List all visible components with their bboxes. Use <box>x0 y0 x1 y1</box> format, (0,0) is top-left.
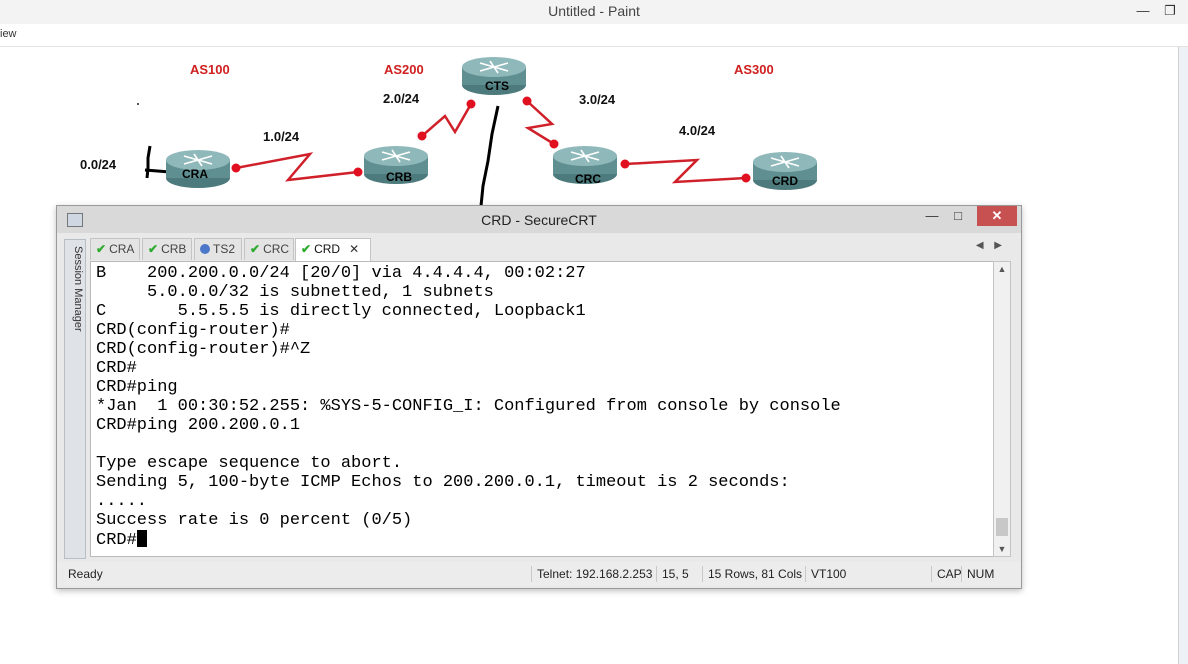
router-label-crb: CRB <box>386 170 412 184</box>
securecrt-window: CRD - SecureCRT — □ ✕ Session Manager ✔ C… <box>56 205 1022 589</box>
status-cursor-position: 15, 5 <box>656 566 694 582</box>
paint-titlebar: Untitled - Paint — ❐ <box>0 0 1188 24</box>
terminal-line: CRD(config-router)# <box>96 321 290 340</box>
paint-minimize-button[interactable]: — <box>1133 2 1153 20</box>
tab-close-icon[interactable]: ✕ <box>349 242 359 256</box>
tab-next-icon[interactable]: ▶ <box>994 240 1002 251</box>
securecrt-maximize-button[interactable]: □ <box>943 206 973 226</box>
securecrt-titlebar[interactable]: CRD - SecureCRT — □ ✕ <box>57 206 1021 233</box>
terminal-line: C 5.5.5.5 is directly connected, Loopbac… <box>96 302 586 321</box>
tab-crc[interactable]: ✔ CRC <box>244 238 294 260</box>
freehand-stroke <box>145 145 152 179</box>
terminal-line: Sending 5, 100-byte ICMP Echos to 200.20… <box>96 473 790 492</box>
terminal-prompt-line: CRD# <box>96 530 147 550</box>
router-label-cra: CRA <box>182 167 208 181</box>
as-label-as300: AS300 <box>734 62 774 77</box>
router-label-cts: CTS <box>485 79 509 93</box>
tab-ts2[interactable]: TS2 <box>194 238 242 260</box>
link-endpoint-dot <box>231 163 241 173</box>
terminal-cursor <box>136 530 147 547</box>
scroll-up-icon[interactable]: ▲ <box>994 264 1010 274</box>
freehand-stroke <box>479 105 500 207</box>
terminal-line: CRD#ping 200.200.0.1 <box>96 416 301 435</box>
status-terminal-size: 15 Rows, 81 Cols <box>702 566 807 582</box>
session-manager-panel[interactable]: Session Manager <box>64 239 86 559</box>
terminal-prompt: CRD# <box>96 531 137 550</box>
paint-menu-view[interactable]: iew <box>0 28 17 40</box>
link-endpoint-dot <box>466 99 476 109</box>
link-endpoint-dot <box>620 159 630 169</box>
terminal-line: Type escape sequence to abort. <box>96 454 403 473</box>
link-cts-crc <box>524 100 555 146</box>
net-label-0: 0.0/24 <box>80 157 117 172</box>
terminal-line: B 200.200.0.0/24 [20/0] via 4.4.4.4, 00:… <box>96 264 586 283</box>
tab-cra[interactable]: ✔ CRA <box>90 238 140 260</box>
tab-crd[interactable]: ✔ CRD ✕ <box>295 238 371 261</box>
status-ready: Ready <box>68 567 103 581</box>
as-label-as100: AS100 <box>190 62 230 77</box>
terminal-line: CRD(config-router)#^Z <box>96 340 311 359</box>
router-label-crd: CRD <box>772 174 798 188</box>
tab-label: CRD <box>314 242 341 256</box>
status-connection: Telnet: 192.168.2.253 <box>531 566 657 582</box>
status-emulation: VT100 <box>805 566 851 582</box>
link-endpoint-dot <box>741 173 751 183</box>
session-manager-label: Session Manager <box>72 246 84 332</box>
status-bar: Ready Telnet: 192.168.2.253 15, 5 15 Row… <box>57 562 1021 586</box>
check-icon: ✔ <box>250 242 261 256</box>
terminal-line: *Jan 1 00:30:52.255: %SYS-5-CONFIG_I: Co… <box>96 397 841 416</box>
net-label-1: 1.0/24 <box>263 129 300 144</box>
securecrt-close-button[interactable]: ✕ <box>977 206 1017 226</box>
net-label-2: 2.0/24 <box>383 91 420 106</box>
terminal-output[interactable]: B 200.200.0.0/24 [20/0] via 4.4.4.4, 00:… <box>90 261 994 557</box>
as-label-as200: AS200 <box>384 62 424 77</box>
check-icon: ✔ <box>96 242 107 256</box>
paint-window-title: Untitled - Paint <box>548 3 640 19</box>
link-endpoint-dot <box>417 131 427 141</box>
tab-label: CRC <box>263 242 290 256</box>
link-endpoint-dot <box>549 139 559 149</box>
link-endpoint-dot <box>353 167 363 177</box>
terminal-scrollbar[interactable]: ▲ ▼ <box>993 261 1011 557</box>
terminal-line: 5.0.0.0/32 is subnetted, 1 subnets <box>96 283 494 302</box>
link-cra-crb <box>235 152 359 182</box>
status-num-lock: NUM <box>961 566 999 582</box>
link-endpoint-dot <box>522 96 532 106</box>
check-icon: ✔ <box>148 242 159 256</box>
terminal-line: ..... <box>96 492 148 511</box>
net-label-4: 4.0/24 <box>679 123 716 138</box>
terminal-line: CRD# <box>96 359 137 378</box>
securecrt-window-title: CRD - SecureCRT <box>481 212 597 228</box>
link-crc-crd <box>624 158 747 184</box>
check-icon: ✔ <box>301 242 312 256</box>
diagram-links <box>137 57 817 207</box>
scroll-down-icon[interactable]: ▼ <box>994 544 1010 554</box>
paint-restore-button[interactable]: ❐ <box>1160 2 1180 20</box>
paint-menubar: iew <box>0 24 1188 47</box>
scrollbar-thumb[interactable] <box>996 518 1008 536</box>
info-icon <box>200 244 210 254</box>
net-label-3: 3.0/24 <box>579 92 616 107</box>
tab-label: TS2 <box>213 242 236 256</box>
terminal-line: CRD#ping <box>96 378 178 397</box>
link-crb-cts <box>421 103 473 137</box>
terminal-line: Success rate is 0 percent (0/5) <box>96 511 413 530</box>
tab-prev-icon[interactable]: ◀ <box>976 240 984 251</box>
network-diagram: AS100 AS200 AS300 0.0/24 1.0/24 2.0/24 3… <box>0 46 1188 216</box>
session-tabs: ✔ CRA ✔ CRB TS2 ✔ CRC ✔ CRD ✕ ◀ ▶ <box>90 238 1010 261</box>
tab-scroll-arrows: ◀ ▶ <box>976 240 1002 251</box>
tab-crb[interactable]: ✔ CRB <box>142 238 192 260</box>
stray-dot <box>137 103 139 105</box>
tab-label: CRA <box>109 242 135 256</box>
tab-label: CRB <box>161 242 187 256</box>
router-label-crc: CRC <box>575 172 601 186</box>
